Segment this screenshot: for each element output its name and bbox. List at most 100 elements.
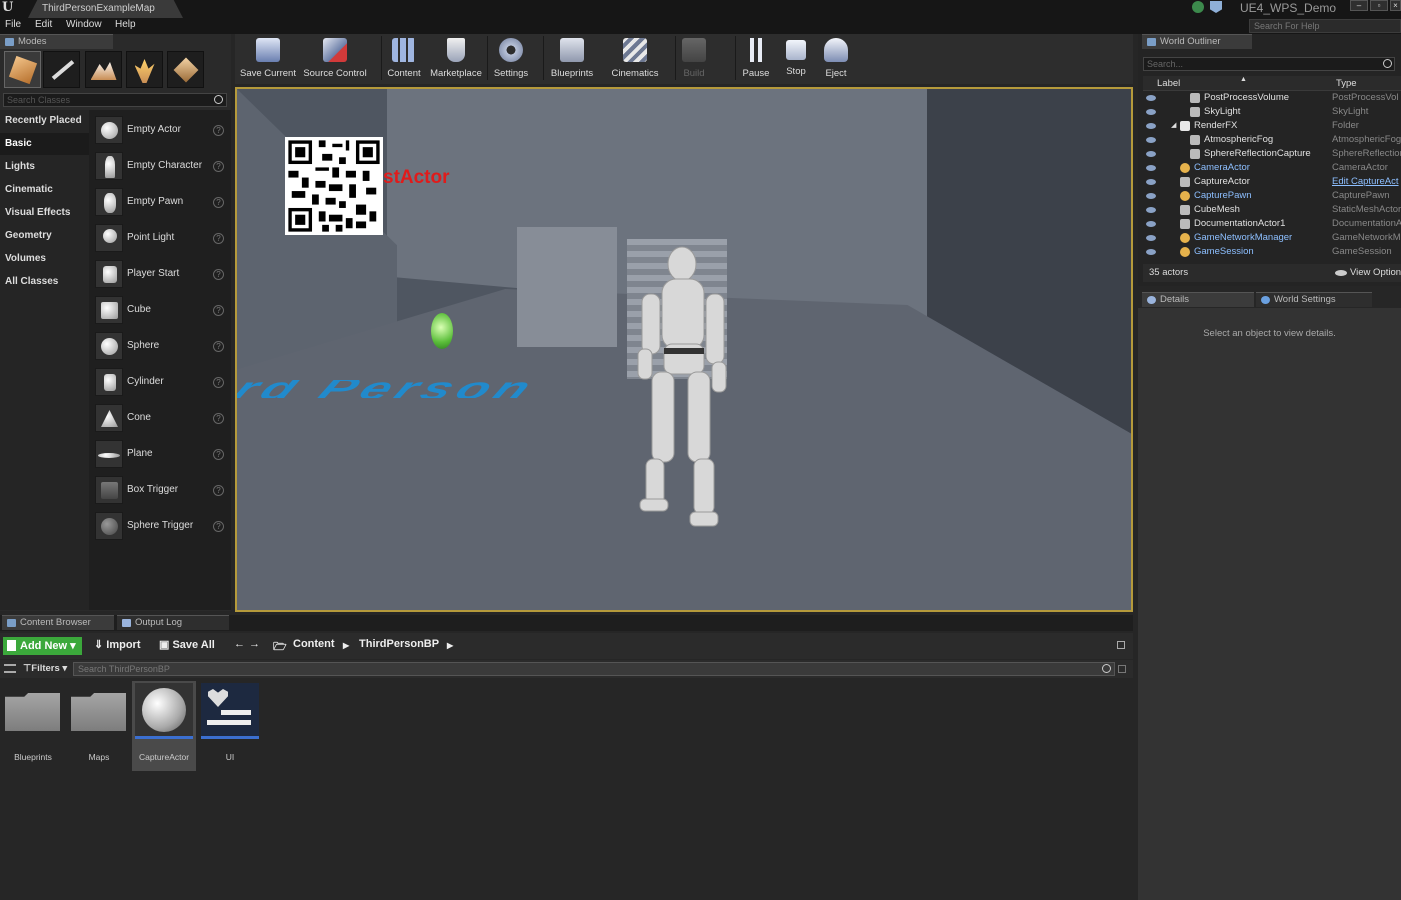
category-volumes[interactable]: Volumes xyxy=(0,248,89,270)
help-icon[interactable]: ? xyxy=(213,125,224,136)
breadcrumb-chevron-icon[interactable]: ▶ xyxy=(343,641,349,650)
paint-mode-button[interactable] xyxy=(43,51,80,88)
content-browser-tab[interactable]: Content Browser xyxy=(2,615,114,630)
settings-button[interactable]: Settings xyxy=(489,34,533,82)
build-button[interactable]: Build xyxy=(677,34,711,82)
source-control-button[interactable]: Source Control xyxy=(301,34,369,82)
blueprints-button[interactable]: Blueprints xyxy=(545,34,599,82)
help-icon[interactable]: ? xyxy=(213,341,224,352)
geometry-mode-button[interactable] xyxy=(167,51,204,88)
category-lights[interactable]: Lights xyxy=(0,156,89,178)
class-item-plane[interactable]: Plane? xyxy=(89,436,231,472)
class-item-empty-actor[interactable]: Empty Actor? xyxy=(89,112,231,148)
breadcrumb-content[interactable]: Content xyxy=(293,638,335,650)
class-item-sphere-trigger[interactable]: Sphere Trigger? xyxy=(89,508,231,544)
search-classes-input[interactable]: Search Classes xyxy=(3,93,227,107)
view-options-button[interactable]: View Option xyxy=(1350,264,1401,282)
visibility-eye-icon[interactable] xyxy=(1146,109,1156,115)
help-search-input[interactable]: Search For Help xyxy=(1249,19,1401,33)
outliner-row-type[interactable]: Edit CaptureAct xyxy=(1332,175,1401,189)
category-all-classes[interactable]: All Classes xyxy=(0,271,89,293)
cinematics-button[interactable]: Cinematics xyxy=(605,34,665,82)
help-icon[interactable]: ? xyxy=(213,449,224,460)
notification-icon[interactable] xyxy=(1192,1,1204,13)
outliner-row[interactable]: PostProcessVolume PostProcessVol xyxy=(1143,91,1401,105)
import-button[interactable]: ⇓ Import xyxy=(94,638,141,651)
category-recently-placed[interactable]: Recently Placed xyxy=(0,110,89,132)
asset-folder-maps[interactable]: Maps xyxy=(67,681,131,771)
visibility-eye-icon[interactable] xyxy=(1146,207,1156,213)
breadcrumb-thirdpersonbp[interactable]: ThirdPersonBP xyxy=(359,638,439,650)
category-geometry[interactable]: Geometry xyxy=(0,225,89,247)
help-icon[interactable]: ? xyxy=(213,197,224,208)
column-type[interactable]: Type xyxy=(1336,78,1357,89)
category-visual-effects[interactable]: Visual Effects xyxy=(0,202,89,224)
close-button[interactable]: × xyxy=(1390,0,1401,11)
level-viewport[interactable]: rd Person stActor xyxy=(235,87,1133,612)
menu-edit[interactable]: Edit xyxy=(35,19,52,30)
content-button[interactable]: Content xyxy=(383,34,425,82)
world-outliner-tab[interactable]: World Outliner xyxy=(1142,34,1252,49)
stop-button[interactable]: Stop xyxy=(780,34,812,82)
document-tab[interactable]: ThirdPersonExampleMap xyxy=(28,0,183,18)
add-new-button[interactable]: Add New ▾ xyxy=(3,637,82,655)
class-item-cylinder[interactable]: Cylinder? xyxy=(89,364,231,400)
visibility-eye-icon[interactable] xyxy=(1146,137,1156,143)
unreal-logo-icon[interactable]: U xyxy=(2,0,20,18)
outliner-row[interactable]: CaptureActor Edit CaptureAct xyxy=(1143,175,1401,189)
minimize-button[interactable]: – xyxy=(1350,0,1368,11)
help-icon[interactable]: ? xyxy=(213,521,224,532)
category-basic[interactable]: Basic xyxy=(0,133,89,155)
help-icon[interactable]: ? xyxy=(213,305,224,316)
asset-ui[interactable]: UI xyxy=(198,681,262,771)
help-icon[interactable]: ? xyxy=(213,233,224,244)
visibility-eye-icon[interactable] xyxy=(1146,95,1156,101)
menu-file[interactable]: File xyxy=(5,19,21,30)
outliner-search-input[interactable]: Search... xyxy=(1143,57,1395,71)
landscape-mode-button[interactable] xyxy=(85,51,122,88)
outliner-row[interactable]: ◢ RenderFX Folder xyxy=(1143,119,1401,133)
menu-help[interactable]: Help xyxy=(115,19,136,30)
visibility-eye-icon[interactable] xyxy=(1146,249,1156,255)
output-log-tab[interactable]: Output Log xyxy=(117,615,229,630)
breadcrumb-chevron-icon[interactable]: ▶ xyxy=(447,641,453,650)
class-item-player-start[interactable]: Player Start? xyxy=(89,256,231,292)
class-item-cube[interactable]: Cube? xyxy=(89,292,231,328)
maximize-button[interactable]: ▫ xyxy=(1370,0,1388,11)
column-label[interactable]: Label xyxy=(1157,78,1180,89)
save-current-button[interactable]: Save Current xyxy=(237,34,299,82)
marketplace-button[interactable]: Marketplace xyxy=(428,34,484,82)
pause-button[interactable]: Pause xyxy=(738,34,774,82)
visibility-eye-icon[interactable] xyxy=(1146,123,1156,129)
visibility-eye-icon[interactable] xyxy=(1146,179,1156,185)
visibility-eye-icon[interactable] xyxy=(1146,235,1156,241)
class-item-point-light[interactable]: Point Light? xyxy=(89,220,231,256)
place-mode-button[interactable] xyxy=(4,51,41,88)
asset-captureactor[interactable]: CaptureActor xyxy=(132,681,196,771)
outliner-row[interactable]: CapturePawn CapturePawn xyxy=(1143,189,1401,203)
save-all-button[interactable]: ▣ Save All xyxy=(159,638,215,651)
visibility-eye-icon[interactable] xyxy=(1146,165,1156,171)
outliner-row[interactable]: CubeMesh StaticMeshActor xyxy=(1143,203,1401,217)
save-search-icon[interactable] xyxy=(1118,665,1126,673)
sources-panel-toggle-icon[interactable] xyxy=(4,664,16,673)
content-search-input[interactable]: Search ThirdPersonBP xyxy=(73,662,1115,676)
help-icon[interactable]: ? xyxy=(213,161,224,172)
visibility-eye-icon[interactable] xyxy=(1146,151,1156,157)
menu-window[interactable]: Window xyxy=(66,19,102,30)
lock-icon[interactable] xyxy=(1117,641,1125,649)
outliner-row[interactable]: GameSession GameSession xyxy=(1143,245,1401,259)
details-tab[interactable]: Details xyxy=(1142,292,1254,307)
foliage-mode-button[interactable] xyxy=(126,51,163,88)
outliner-row[interactable]: SkyLight SkyLight xyxy=(1143,105,1401,119)
help-icon[interactable]: ? xyxy=(213,377,224,388)
help-icon[interactable]: ? xyxy=(213,485,224,496)
outliner-row[interactable]: DocumentationActor1 DocumentationA xyxy=(1143,217,1401,231)
filters-button[interactable]: ⊤Filters ▾ xyxy=(23,663,67,674)
class-item-empty-character[interactable]: Empty Character? xyxy=(89,148,231,184)
category-cinematic[interactable]: Cinematic xyxy=(0,179,89,201)
outliner-row[interactable]: AtmosphericFog AtmosphericFog xyxy=(1143,133,1401,147)
modes-tab[interactable]: Modes xyxy=(0,34,113,49)
outliner-row[interactable]: CameraActor CameraActor xyxy=(1143,161,1401,175)
visibility-eye-icon[interactable] xyxy=(1146,221,1156,227)
